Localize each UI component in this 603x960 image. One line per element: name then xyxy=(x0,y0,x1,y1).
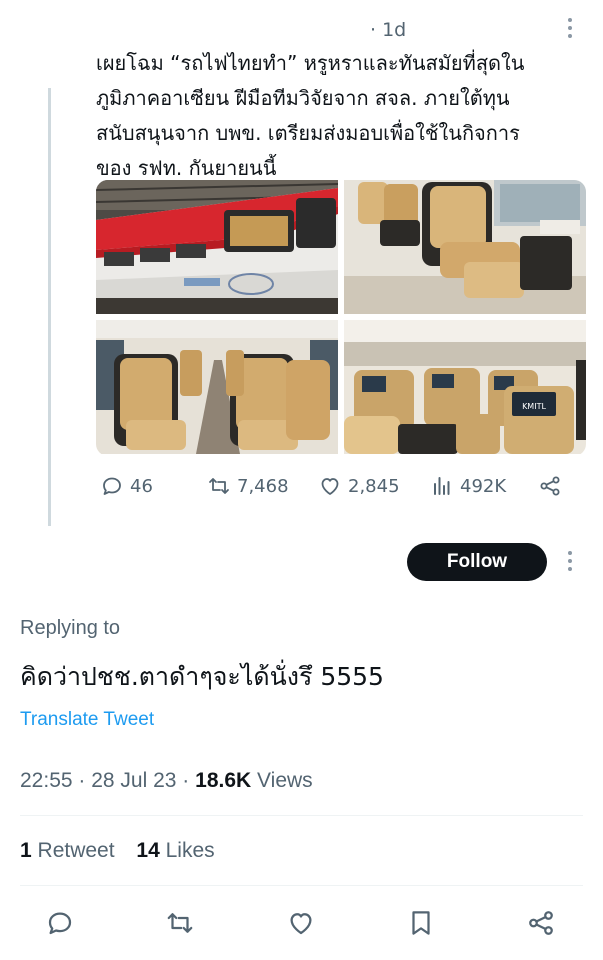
reply-metric[interactable]: 46 xyxy=(100,474,153,498)
retweet-icon xyxy=(167,913,193,933)
like-metric[interactable]: 2,845 xyxy=(318,474,400,498)
quoted-tweet-text: เผยโฉม “รถไฟไทยทำ” หรูหราและทันสมัยที่สุ… xyxy=(96,46,591,186)
share-metric[interactable] xyxy=(538,474,562,498)
first-class-seat-illustration xyxy=(344,180,586,314)
seat-screen-label: KMITL xyxy=(522,402,546,411)
quoted-tweet-more-icon[interactable] xyxy=(567,18,573,38)
tweet-timestamp-row: 22:55 · 28 Jul 23 · 18.6K Views xyxy=(20,769,313,792)
retweet-stat[interactable]: 1 Retweet xyxy=(20,839,115,862)
seat-screens-illustration: KMITL xyxy=(344,320,586,454)
share-icon xyxy=(540,476,560,496)
retweet-metric[interactable]: 7,468 xyxy=(207,474,289,498)
reply-icon xyxy=(48,912,72,935)
divider xyxy=(20,885,583,886)
heart-icon xyxy=(290,913,312,935)
tweet-engagement-stats: 1 Retweet 14 Likes xyxy=(20,839,215,863)
train-aisle-photo[interactable] xyxy=(96,320,338,454)
like-button[interactable] xyxy=(286,908,318,940)
quoted-tweet-timestamp: · 1d xyxy=(370,19,407,41)
views-bar-chart-icon xyxy=(434,477,450,495)
retweet-count: 7,468 xyxy=(237,475,289,497)
likes-stat-count: 14 xyxy=(136,839,160,862)
quoted-tweet-line: สนับสนุนจาก บพข. เตรียมส่งมอบเพื่อใช้ในก… xyxy=(96,121,520,145)
tweet-time[interactable]: 22:55 xyxy=(20,769,73,792)
likes-stat-label: Likes xyxy=(165,839,215,862)
reply-tweet-text: คิดว่าปชช.ตาดำๆจะได้นั่งรึ 5555 xyxy=(20,662,384,691)
follow-button[interactable]: Follow xyxy=(407,543,547,581)
tweet-date[interactable]: 28 Jul 23 xyxy=(91,769,176,792)
train-aisle-illustration xyxy=(96,320,338,454)
views-metric[interactable]: 492K xyxy=(430,474,506,498)
train-exterior-illustration xyxy=(96,180,338,314)
retweet-button[interactable] xyxy=(165,908,197,940)
tweet-views-label: Views xyxy=(257,769,313,792)
share-button[interactable] xyxy=(526,908,558,940)
thread-connector-line xyxy=(48,88,51,526)
reply-tweet-more-icon[interactable] xyxy=(567,551,573,571)
quoted-tweet-line: เผยโฉม “รถไฟไทยทำ” หรูหราและทันสมัยที่สุ… xyxy=(96,51,525,75)
bookmark-icon xyxy=(412,911,430,935)
share-icon xyxy=(529,911,553,935)
reply-count: 46 xyxy=(130,475,153,497)
bookmark-button[interactable] xyxy=(406,908,438,940)
retweet-icon xyxy=(209,478,229,494)
divider xyxy=(20,815,583,816)
like-count: 2,845 xyxy=(348,475,400,497)
reply-button[interactable] xyxy=(45,908,77,940)
replying-to-label: Replying to xyxy=(20,617,121,639)
quoted-tweet-line: ภูมิภาคอาเซียน ฝีมือทีมวิจัยจาก สจล. ภาย… xyxy=(96,86,510,110)
quoted-tweet-metrics: 46 7,468 2,845 492K xyxy=(100,470,580,506)
likes-stat[interactable]: 14 Likes xyxy=(136,839,214,862)
seat-screens-photo[interactable]: KMITL xyxy=(344,320,586,454)
retweet-stat-label: Retweet xyxy=(37,839,115,862)
views-count: 492K xyxy=(460,475,507,497)
heart-icon xyxy=(321,478,339,495)
media-grid: KMITL xyxy=(96,180,586,456)
reply-icon xyxy=(103,477,121,495)
tweet-action-bar xyxy=(0,900,603,948)
train-exterior-photo[interactable] xyxy=(96,180,338,314)
first-class-seat-photo[interactable] xyxy=(344,180,586,314)
retweet-stat-count: 1 xyxy=(20,839,32,862)
translate-tweet-link[interactable]: Translate Tweet xyxy=(20,709,154,731)
tweet-views-count: 18.6K xyxy=(195,769,252,792)
